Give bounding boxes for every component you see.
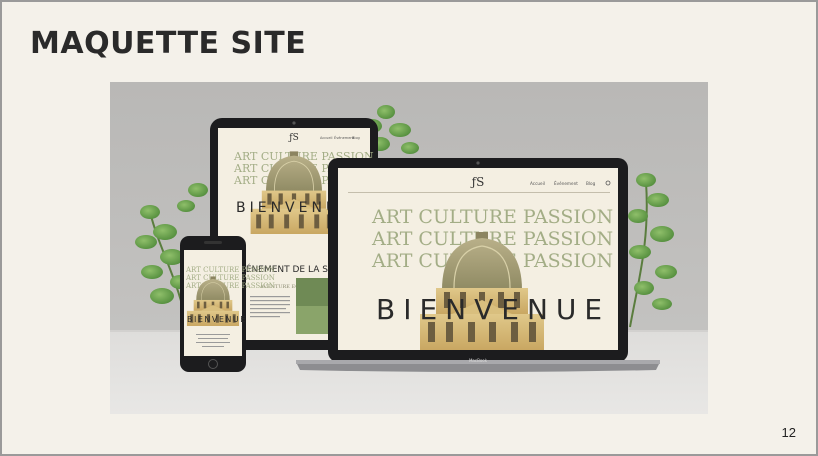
laptop-logo: ƒS [470,175,485,189]
laptop-nav-evenement: Événement [554,181,578,186]
device-mockup-image: ƒS Accueil Événement Blog ART CULTURE PA… [110,82,708,414]
laptop-nav-accueil: Accueil [530,181,545,186]
phone-hero-line-2: ART CULTURE PASSION [185,274,275,282]
phone-hero-line-1: ART CULTURE PASSION [185,266,275,274]
tablet-nav-accueil: Accueil [320,136,333,140]
laptop-hero-word: BIENVENUE [376,293,610,326]
phone-hero-word: BIENVENUE [187,315,247,324]
laptop-brand: MacBook [469,358,488,363]
plant-right [628,173,677,328]
laptop-hero-line-1: ART CULTURE PASSION [371,206,613,228]
slide-title: MAQUETTE SITE [30,26,307,61]
tablet-nav-blog: Blog [352,136,360,140]
page-number: 12 [781,425,796,440]
laptop-nav-blog: Blog [586,181,596,186]
tablet-logo: ƒS [288,133,299,143]
laptop-device: ƒS Accueil Événement Blog ART CULTURE PA… [296,158,660,372]
